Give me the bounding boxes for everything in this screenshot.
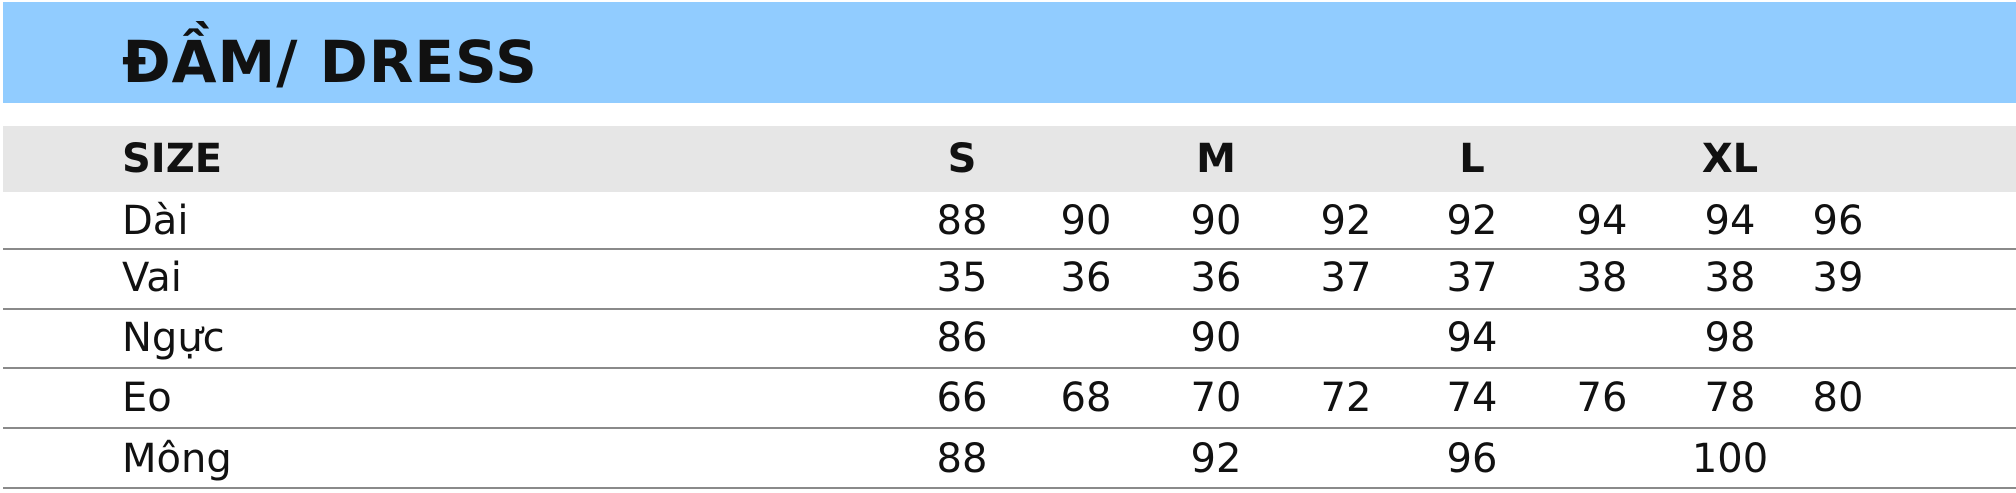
table-cell: 35	[936, 255, 988, 301]
table-cell: 78	[1704, 375, 1756, 421]
row-label: Eo	[122, 375, 172, 421]
table-cell: 80	[1812, 375, 1864, 421]
row-divider	[3, 248, 2016, 250]
row-label: Vai	[122, 255, 182, 301]
table-cell: 92	[1190, 436, 1242, 482]
table-cell: 76	[1576, 375, 1628, 421]
table-cell: 94	[1446, 315, 1498, 361]
table-cell: 94	[1704, 198, 1756, 244]
table-cell: 90	[1060, 198, 1112, 244]
size-header-xl: XL	[1701, 136, 1759, 182]
size-header-l: L	[1459, 136, 1485, 182]
row-label: Mông	[122, 436, 232, 482]
row-divider	[3, 427, 2016, 429]
table-cell: 36	[1190, 255, 1242, 301]
header-label-size: SIZE	[122, 136, 223, 182]
table-cell: 70	[1190, 375, 1242, 421]
row-label: Dài	[122, 198, 189, 244]
table-cell: 68	[1060, 375, 1112, 421]
row-label: Ngực	[122, 315, 225, 361]
title-banner: ĐẦM/ DRESS	[3, 2, 2016, 103]
table-cell: 36	[1060, 255, 1112, 301]
table-cell: 88	[936, 436, 988, 482]
size-header-m: M	[1196, 136, 1236, 182]
table-cell: 37	[1446, 255, 1498, 301]
table-cell: 88	[936, 198, 988, 244]
table-cell: 74	[1446, 375, 1498, 421]
table-cell: 38	[1576, 255, 1628, 301]
table-cell: 37	[1320, 255, 1372, 301]
table-cell: 72	[1320, 375, 1372, 421]
row-divider	[3, 487, 2016, 489]
table-cell: 90	[1190, 315, 1242, 361]
table-cell: 98	[1704, 315, 1756, 361]
table-cell: 86	[936, 315, 988, 361]
table-cell: 94	[1576, 198, 1628, 244]
table-cell: 66	[936, 375, 988, 421]
table-cell: 96	[1812, 198, 1864, 244]
table-cell: 96	[1446, 436, 1498, 482]
table-cell: 90	[1190, 198, 1242, 244]
table-cell: 39	[1812, 255, 1864, 301]
row-divider	[3, 308, 2016, 310]
table-cell: 92	[1446, 198, 1498, 244]
table-cell: 92	[1320, 198, 1372, 244]
page-title: ĐẦM/ DRESS	[122, 28, 538, 96]
table-cell: 100	[1691, 436, 1769, 482]
row-divider	[3, 367, 2016, 369]
table-cell: 38	[1704, 255, 1756, 301]
size-header-s: S	[947, 136, 977, 182]
